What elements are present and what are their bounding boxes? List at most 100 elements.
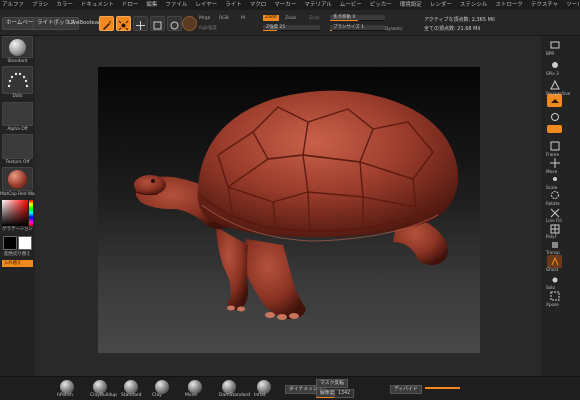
switch-color-label: 配色切り替え bbox=[4, 252, 31, 257]
focal-shift-slider[interactable]: 焦点移動 0 bbox=[330, 15, 385, 21]
menu-item[interactable]: ツール bbox=[566, 0, 580, 10]
mask-invert-button[interactable]: マスク反転 bbox=[316, 379, 348, 388]
gizmo-toggle-icon[interactable] bbox=[547, 125, 562, 133]
gizmo-icon[interactable] bbox=[182, 16, 197, 31]
document-canvas[interactable] bbox=[98, 67, 480, 353]
brush-thumb-icon[interactable] bbox=[155, 380, 169, 394]
mrgb-toggle[interactable]: Mrgb bbox=[199, 16, 210, 22]
brush-thumb-icon[interactable] bbox=[93, 380, 107, 394]
brush-thumb-icon[interactable] bbox=[124, 380, 138, 394]
menu-item[interactable]: レンダー bbox=[430, 0, 452, 10]
right-shelf-label: SPix 3 bbox=[546, 71, 559, 76]
secondary-color-swatch[interactable] bbox=[18, 236, 32, 250]
swap-colors-button[interactable]: 入れ替え bbox=[2, 260, 33, 267]
move-icon[interactable] bbox=[133, 16, 148, 31]
menu-item[interactable]: ムービー bbox=[340, 0, 362, 10]
bottom-shelf: hPolish ClayBuildup Standard Clay Move DamSta… bbox=[0, 376, 580, 400]
frame-icon[interactable] bbox=[547, 139, 562, 152]
brush-thumb-label: ClayBuildup bbox=[90, 393, 117, 398]
menu-item[interactable]: テクスチャ bbox=[531, 0, 558, 10]
brush-picker[interactable] bbox=[2, 36, 33, 58]
right-shelf-label: Move bbox=[546, 169, 558, 174]
resolution-value[interactable]: 1342 bbox=[334, 389, 355, 398]
active-points-count: アクティブな頂点数: 2,365 Mil bbox=[424, 17, 495, 23]
material-sphere-icon bbox=[8, 169, 27, 189]
menu-item[interactable]: 環境設定 bbox=[400, 0, 422, 10]
perspective-icon[interactable] bbox=[547, 78, 562, 91]
texture-picker[interactable] bbox=[2, 134, 33, 159]
m-toggle[interactable]: M bbox=[241, 16, 245, 22]
material-label: MatCap Red Wax bbox=[0, 192, 38, 197]
right-shelf-label: Solo bbox=[546, 285, 555, 290]
draw-icon[interactable] bbox=[116, 16, 131, 31]
zcut-toggle[interactable]: Zcut bbox=[309, 16, 319, 22]
stroke-picker[interactable] bbox=[2, 66, 33, 94]
standard-brush-icon bbox=[9, 38, 26, 56]
alpha-picker[interactable] bbox=[2, 102, 33, 126]
total-points-count: 全ての頂点数: 21.68 Mil bbox=[424, 26, 481, 32]
right-shelf-label: Line Fill bbox=[546, 218, 562, 223]
scale-icon[interactable] bbox=[150, 16, 165, 31]
xpose-icon[interactable] bbox=[547, 289, 562, 302]
right-shelf: BPR SPix 3 Perspective Frame Move Scale Rotate… bbox=[541, 36, 580, 376]
menu-bar: アルファ ブラシ カラー ドキュメント ドロー 編集 ファイル レイヤー ライト マクロ マーカーマ… bbox=[0, 0, 580, 10]
zadd-toggle[interactable]: Zadd bbox=[263, 15, 279, 21]
brush-thumb-icon[interactable] bbox=[257, 380, 271, 394]
menu-item[interactable]: ブラシ bbox=[32, 0, 48, 10]
texture-label: Texture Off bbox=[5, 160, 30, 165]
brush-thumb-label: Clay bbox=[152, 393, 162, 398]
brush-thumb-icon[interactable] bbox=[188, 380, 202, 394]
menu-item[interactable]: ストローク bbox=[495, 0, 523, 10]
menu-item[interactable]: ファイル bbox=[165, 0, 187, 10]
right-shelf-label: BPR bbox=[546, 51, 555, 56]
hue-strip[interactable] bbox=[29, 200, 33, 226]
draw-size-slider[interactable]: ブラシサイズ 1 bbox=[330, 25, 385, 31]
menu-item[interactable]: アルファ bbox=[2, 0, 24, 10]
tortoise-sculpt bbox=[134, 90, 459, 320]
menu-item[interactable]: マクロ bbox=[250, 0, 267, 10]
right-shelf-label: Frame bbox=[546, 152, 560, 157]
brush-label: Standard bbox=[7, 59, 28, 64]
divide-button[interactable]: ディバイド bbox=[390, 385, 422, 394]
menu-item[interactable]: ライト bbox=[225, 0, 242, 10]
spix-icon[interactable] bbox=[547, 58, 562, 71]
menu-item[interactable]: マーカー bbox=[274, 0, 296, 10]
menu-item[interactable]: 編集 bbox=[146, 0, 157, 10]
material-picker[interactable] bbox=[2, 167, 33, 191]
top-toolbar: ホームページ ライトボックス LiveBoolean Mrgb RGB M Rg… bbox=[0, 10, 580, 36]
main-color-swatch[interactable] bbox=[3, 236, 17, 250]
menu-item[interactable]: ドキュメント bbox=[81, 0, 114, 10]
right-shelf-label: Transp bbox=[546, 250, 560, 255]
bpr-icon[interactable] bbox=[547, 38, 562, 51]
move-view-icon[interactable] bbox=[547, 156, 562, 169]
rotate-icon[interactable] bbox=[167, 16, 182, 31]
brush-thumb-label: hPolish bbox=[57, 393, 73, 398]
zsub-toggle[interactable]: Zsub bbox=[285, 16, 296, 22]
divide-slider[interactable] bbox=[425, 387, 460, 389]
z-intensity-slider[interactable]: Z強度 25 bbox=[263, 25, 320, 31]
brush-thumb-icon[interactable] bbox=[222, 380, 236, 394]
brush-thumb-label: Inflat bbox=[254, 393, 266, 398]
menu-item[interactable]: マテリアル bbox=[304, 0, 331, 10]
menu-item[interactable]: レイヤー bbox=[195, 0, 217, 10]
local-icon[interactable] bbox=[547, 110, 562, 123]
right-shelf-label: PolyF bbox=[546, 234, 557, 239]
right-shelf-label: Ghost bbox=[546, 267, 559, 272]
brush-thumb-icon[interactable] bbox=[60, 380, 74, 394]
dynamic-toggle[interactable]: Dynamic bbox=[385, 26, 403, 32]
live-boolean-button[interactable]: LiveBoolean bbox=[68, 20, 102, 26]
right-shelf-label: Perspective bbox=[546, 91, 571, 96]
menu-item[interactable]: ドロー bbox=[122, 0, 139, 10]
edit-icon[interactable] bbox=[99, 16, 114, 31]
menu-item[interactable]: ピッカー bbox=[370, 0, 392, 10]
alpha-label: Alpha Off bbox=[7, 127, 28, 132]
brush-thumb-label: DamStandard bbox=[219, 393, 251, 398]
brush-thumb-label: Move bbox=[185, 393, 198, 398]
brush-thumb-label: Standard bbox=[121, 393, 142, 398]
rgb-toggle[interactable]: RGB bbox=[219, 16, 229, 22]
right-shelf-label: Xpose bbox=[546, 302, 559, 307]
right-shelf-label: Scale bbox=[546, 185, 558, 190]
color-picker-square[interactable] bbox=[2, 200, 28, 226]
menu-item[interactable]: カラー bbox=[56, 0, 73, 10]
menu-item[interactable]: ステンシル bbox=[460, 0, 488, 10]
